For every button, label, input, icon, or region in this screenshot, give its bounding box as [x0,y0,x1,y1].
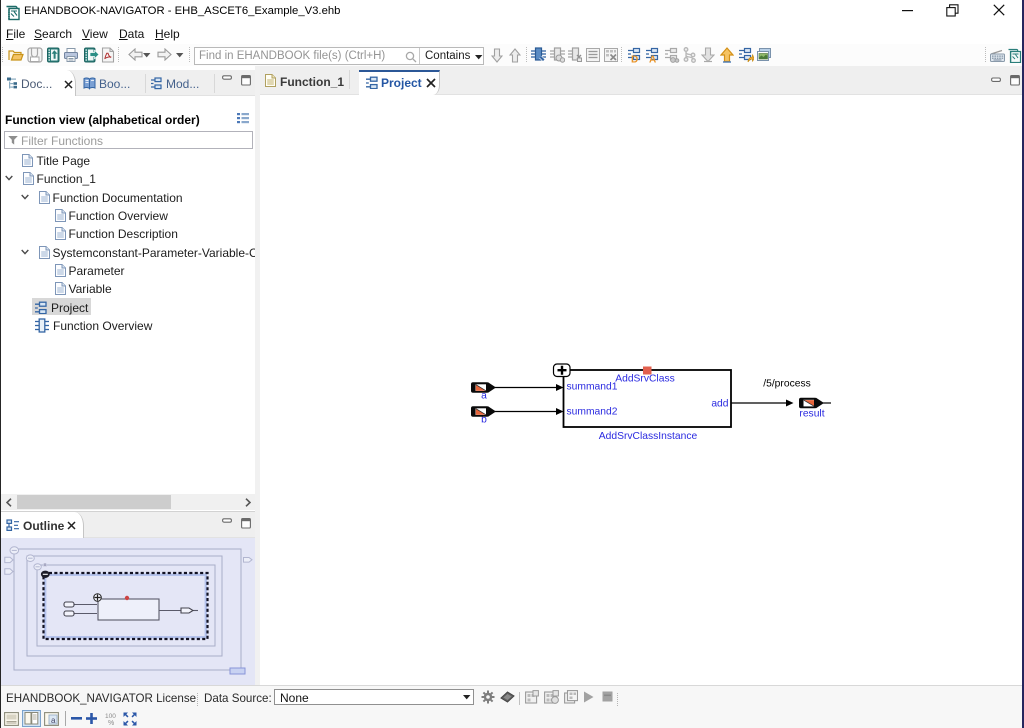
svg-text:a: a [51,716,56,725]
svg-text:x: x [44,563,47,569]
svg-text:result: result [799,409,824,420]
svg-text:%: % [108,720,114,725]
svg-text:AddSrvClassInstance: AddSrvClassInstance [599,431,698,442]
svg-text:AddSrvClass: AddSrvClass [615,374,675,385]
svg-text:A: A [649,55,656,64]
svg-text:100: 100 [105,713,116,720]
svg-text:/5/process: /5/process [763,379,811,390]
svg-text:summand1: summand1 [567,382,618,393]
svg-text:D: D [631,55,638,64]
svg-text:add: add [711,399,728,410]
svg-text:summand2: summand2 [567,407,618,418]
